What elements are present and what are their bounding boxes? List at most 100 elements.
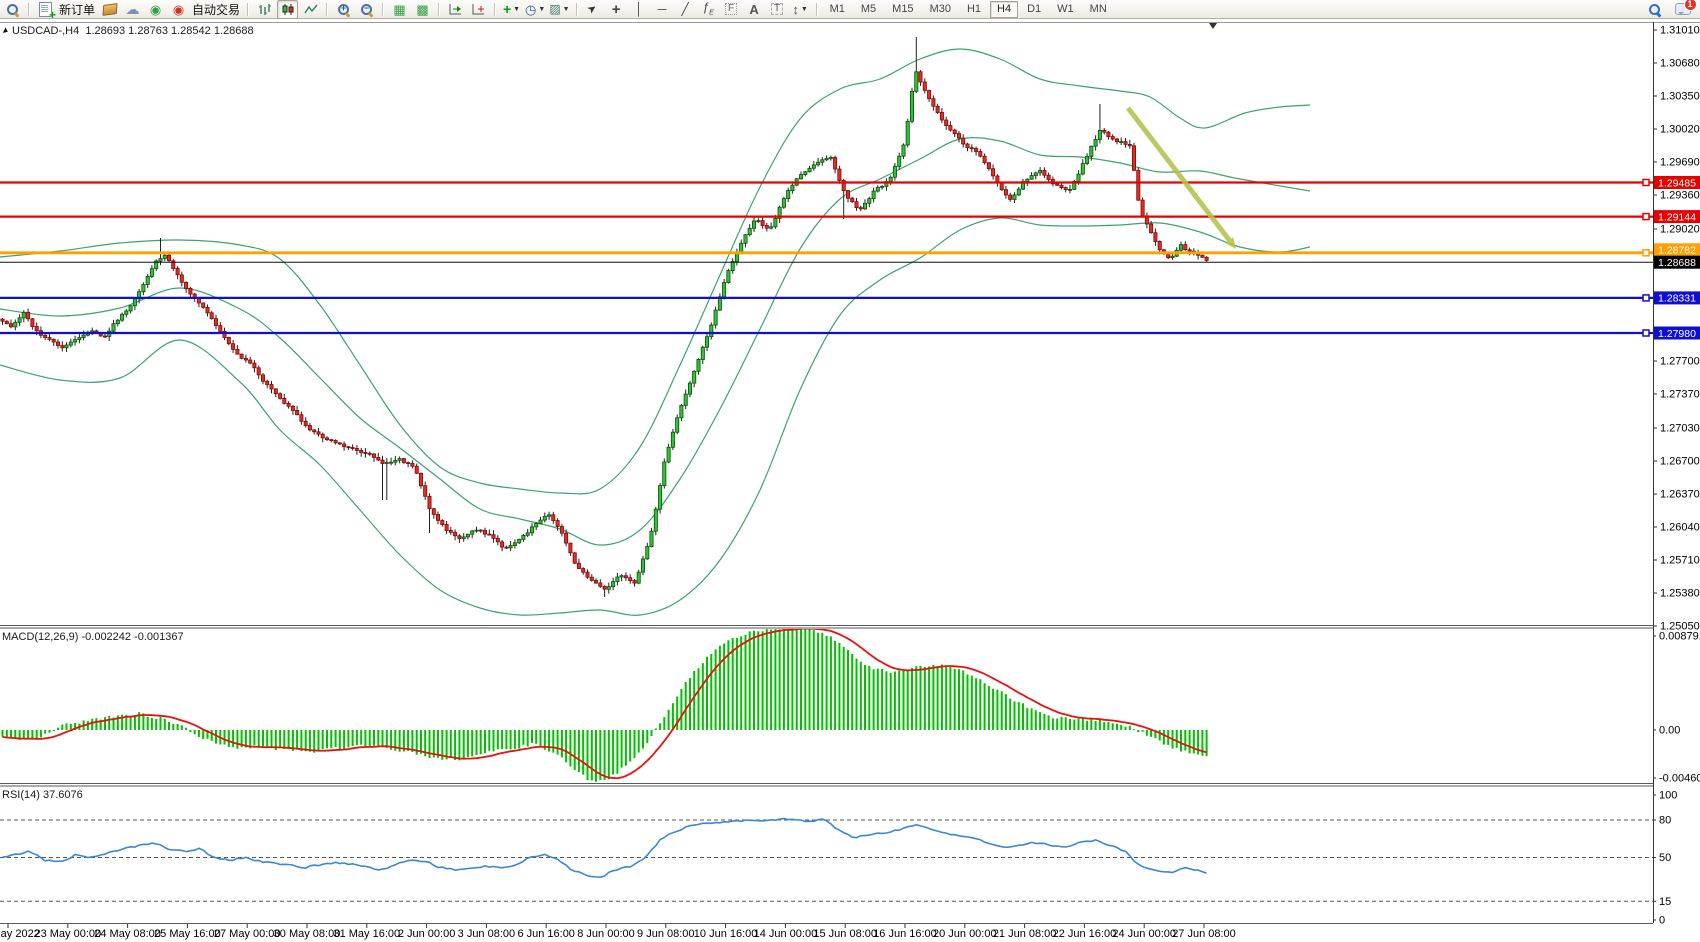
indicators-icon[interactable]: +▼ — [501, 0, 522, 19]
svg-text:3 Jun 08:00: 3 Jun 08:00 — [458, 928, 516, 940]
hline-handle[interactable] — [1643, 330, 1649, 336]
svg-text:9 Jun 08:00: 9 Jun 08:00 — [637, 928, 695, 940]
svg-text:1.28782: 1.28782 — [1658, 245, 1696, 257]
toolbar-separator — [326, 3, 328, 16]
svg-text:1.28331: 1.28331 — [1658, 293, 1696, 305]
svg-text:23 May 00:00: 23 May 00:00 — [34, 928, 101, 940]
zoom-in-icon[interactable]: + — [333, 0, 354, 19]
hline-handle[interactable] — [1643, 295, 1649, 301]
chart-canvas[interactable]: 1.310101.306801.303501.300201.296901.293… — [0, 0, 1700, 942]
tile-windows-icon[interactable]: ▦ — [389, 0, 410, 19]
horizontal-line-icon[interactable]: ─ — [652, 0, 673, 19]
svg-text:1.29485: 1.29485 — [1658, 177, 1696, 189]
timeframe-m15-button[interactable]: M15 — [885, 1, 920, 18]
toolbar-separator — [438, 3, 440, 16]
timeframe-m30-button[interactable]: M30 — [923, 1, 958, 18]
auto-trading-icon-label[interactable]: 自动交易 — [192, 1, 240, 18]
chevron-down-icon: ▼ — [801, 6, 808, 13]
svg-text:100: 100 — [1659, 790, 1677, 802]
svg-text:24 May 08:00: 24 May 08:00 — [94, 928, 161, 940]
symbols-search-icon[interactable] — [2, 0, 23, 19]
timeframe-d1-button[interactable]: D1 — [1020, 1, 1048, 18]
svg-text:22 Jun 16:00: 22 Jun 16:00 — [1053, 928, 1117, 940]
text-icon[interactable]: A — [744, 0, 765, 19]
hline-handle[interactable] — [1643, 250, 1649, 256]
svg-text:0: 0 — [1659, 915, 1665, 927]
new-order-icon[interactable]: + — [35, 0, 56, 19]
price-badge-resistance: 1.29485 — [1654, 176, 1700, 189]
svg-text:1.29360: 1.29360 — [1660, 190, 1700, 202]
svg-text:16 Jun 16:00: 16 Jun 16:00 — [873, 928, 937, 940]
main-toolbar: +新订单☁◉◉自动交易+−▦▩+▼◷▼▨▼➤+│─╱ƒEFAT↕▼M1M5M15… — [0, 0, 1700, 19]
svg-text:0.00: 0.00 — [1659, 725, 1680, 737]
toolbar-separator — [247, 3, 249, 16]
svg-text:1.30350: 1.30350 — [1660, 91, 1700, 103]
svg-text:24 Jun 00:00: 24 Jun 00:00 — [1112, 928, 1176, 940]
candlestick-chart-icon[interactable] — [277, 0, 298, 19]
hline-handle[interactable] — [1643, 214, 1649, 220]
svg-text:1.28688: 1.28688 — [1658, 257, 1696, 269]
vertical-line-icon[interactable]: │ — [629, 0, 650, 19]
auto-scroll-icon[interactable] — [445, 0, 466, 19]
svg-text:80: 80 — [1659, 815, 1671, 827]
chevron-down-icon: ▼ — [563, 6, 570, 13]
market-depth-icon[interactable]: ☁ — [122, 0, 143, 19]
timeframe-h1-button[interactable]: H1 — [960, 1, 988, 18]
timeframe-w1-button[interactable]: W1 — [1050, 1, 1081, 18]
styler-bucket-icon[interactable] — [99, 0, 120, 19]
notifications-chat-icon[interactable]: 1 — [1672, 0, 1693, 19]
chevron-down-icon: ▼ — [538, 6, 545, 13]
cursor-icon[interactable]: ➤ — [583, 0, 604, 19]
line-chart-icon[interactable] — [300, 0, 321, 19]
toolbar-separator — [28, 3, 30, 16]
chart-shift-icon[interactable] — [468, 0, 489, 19]
trendline-icon[interactable]: ╱ — [675, 0, 696, 19]
svg-text:27 May 00:00: 27 May 00:00 — [214, 928, 281, 940]
fibonacci-icon[interactable]: ƒE — [698, 0, 719, 19]
timeframe-m5-button[interactable]: M5 — [854, 1, 883, 18]
signals-icon[interactable]: ◉ — [145, 0, 166, 19]
auto-trading-icon[interactable]: ◉ — [168, 0, 189, 19]
fibo-grid-icon[interactable]: F — [721, 0, 742, 19]
new-order-icon-label[interactable]: 新订单 — [59, 1, 95, 18]
svg-text:1.25380: 1.25380 — [1660, 588, 1700, 600]
svg-text:8 Jun 00:00: 8 Jun 00:00 — [577, 928, 635, 940]
bar-chart-icon[interactable] — [254, 0, 275, 19]
svg-text:1.29020: 1.29020 — [1660, 224, 1700, 236]
svg-text:1.30020: 1.30020 — [1660, 124, 1700, 136]
cascade-windows-icon[interactable]: ▩ — [412, 0, 433, 19]
price-badge-support: 1.27980 — [1654, 327, 1700, 340]
timeframe-m1-button[interactable]: M1 — [823, 1, 852, 18]
svg-text:14 Jun 00:00: 14 Jun 00:00 — [754, 928, 818, 940]
timeframe-mn-button[interactable]: MN — [1083, 1, 1114, 18]
price-badge-support: 1.28331 — [1654, 291, 1700, 304]
price-badge-bid: 1.28688 — [1654, 256, 1700, 269]
svg-text:15 Jun 08:00: 15 Jun 08:00 — [813, 928, 877, 940]
templates-icon[interactable]: ▨▼ — [548, 0, 570, 19]
toolbar-separator — [382, 3, 384, 16]
hline-handle[interactable] — [1643, 180, 1649, 186]
price-badge-pivot: 1.28782 — [1654, 243, 1700, 256]
svg-text:15: 15 — [1659, 896, 1671, 908]
svg-text:30 May 08:00: 30 May 08:00 — [274, 928, 341, 940]
notification-badge: 1 — [1684, 0, 1697, 11]
periods-clock-icon[interactable]: ◷▼ — [524, 0, 546, 19]
svg-text:1.25710: 1.25710 — [1660, 555, 1700, 567]
svg-text:10 Jun 16:00: 10 Jun 16:00 — [694, 928, 758, 940]
svg-text:-0.004601: -0.004601 — [1659, 773, 1700, 785]
svg-text:1.27980: 1.27980 — [1658, 328, 1696, 340]
text-label-icon[interactable]: T — [767, 0, 788, 19]
toolbar-separator — [576, 3, 578, 16]
svg-text:1.31010: 1.31010 — [1660, 25, 1700, 37]
toolbar-separator — [494, 3, 496, 16]
svg-text:6 Jun 16:00: 6 Jun 16:00 — [517, 928, 575, 940]
crosshair-icon[interactable]: + — [606, 0, 627, 19]
search-icon[interactable] — [1644, 0, 1665, 19]
zoom-out-icon[interactable]: − — [356, 0, 377, 19]
svg-text:21 Jun 08:00: 21 Jun 08:00 — [993, 928, 1057, 940]
chevron-down-icon: ▼ — [513, 6, 520, 13]
svg-text:50: 50 — [1659, 852, 1671, 864]
arrows-icon[interactable]: ↕▼ — [790, 0, 811, 19]
chart-window[interactable]: 1.310101.306801.303501.300201.296901.293… — [0, 0, 1700, 942]
timeframe-h4-button[interactable]: H4 — [990, 1, 1018, 18]
